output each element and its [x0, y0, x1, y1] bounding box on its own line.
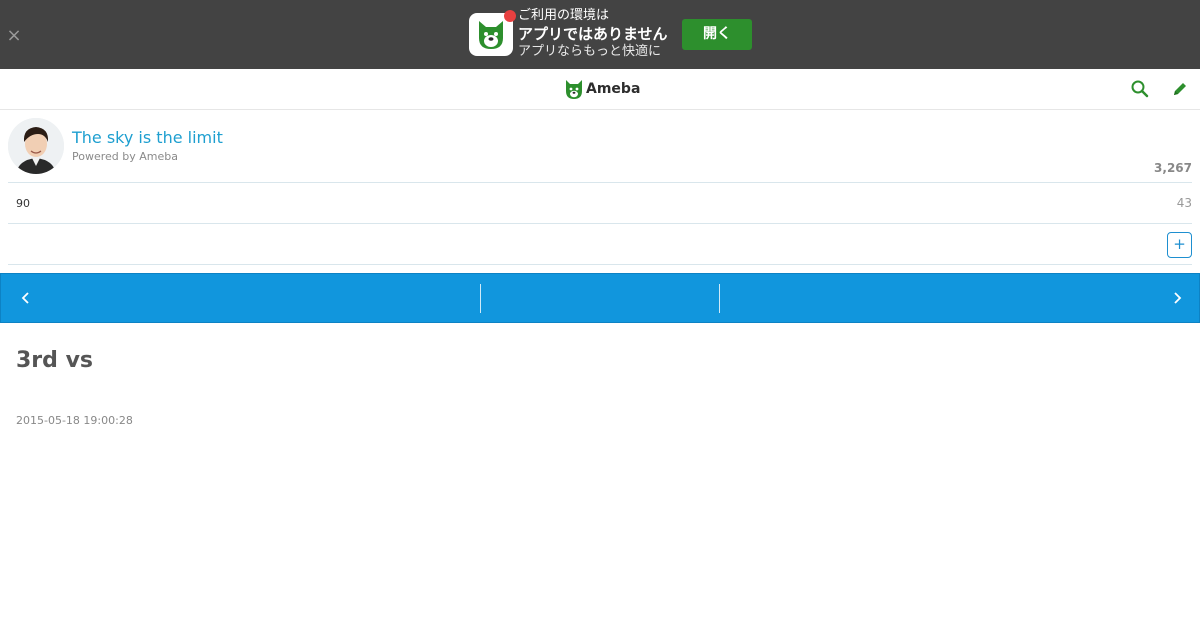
ameba-logo[interactable]: Ameba	[565, 78, 640, 100]
previous-entry-button[interactable]	[1, 274, 481, 322]
notification-badge	[504, 10, 516, 22]
search-button[interactable]	[1130, 79, 1150, 99]
powered-by-text: Powered by Ameba	[72, 150, 178, 163]
banner-line-3: アプリならもっと快適に	[518, 44, 662, 59]
banner-line-2: アプリではありません	[518, 25, 668, 43]
add-button[interactable]: +	[1167, 232, 1192, 258]
chevron-left-icon	[21, 292, 29, 304]
edit-pencil-icon	[1174, 83, 1186, 95]
site-header: Ameba	[0, 69, 1200, 110]
banner-close-button[interactable]: ×	[6, 26, 22, 46]
divider	[8, 223, 1192, 224]
article-date: 2015-05-18 19:00:28	[16, 414, 133, 427]
blog-title-link[interactable]: The sky is the limit	[72, 128, 223, 148]
reader-count: 3,267	[1154, 161, 1192, 175]
app-install-banner: × ご利用の環境は アプリではありません アプリならもっと快適に 開く	[0, 0, 1200, 69]
open-app-button[interactable]: 開く	[682, 19, 752, 50]
stat-left-value: 90	[16, 197, 30, 210]
entry-navigation-bar	[0, 273, 1200, 323]
divider	[8, 182, 1192, 183]
banner-line-1: ご利用の環境は	[518, 8, 610, 23]
entry-list-button[interactable]	[481, 274, 720, 322]
divider	[8, 264, 1192, 265]
article-title: 3rd vs	[16, 348, 93, 373]
chevron-right-icon	[1174, 292, 1182, 304]
search-icon	[1131, 80, 1149, 98]
logo-text: Ameba	[586, 81, 641, 97]
stat-right-value: 43	[1176, 196, 1192, 210]
ameba-logo-icon	[566, 80, 582, 99]
blogger-avatar[interactable]	[8, 118, 64, 174]
edit-button[interactable]	[1170, 79, 1190, 99]
next-entry-button[interactable]	[720, 274, 1200, 322]
